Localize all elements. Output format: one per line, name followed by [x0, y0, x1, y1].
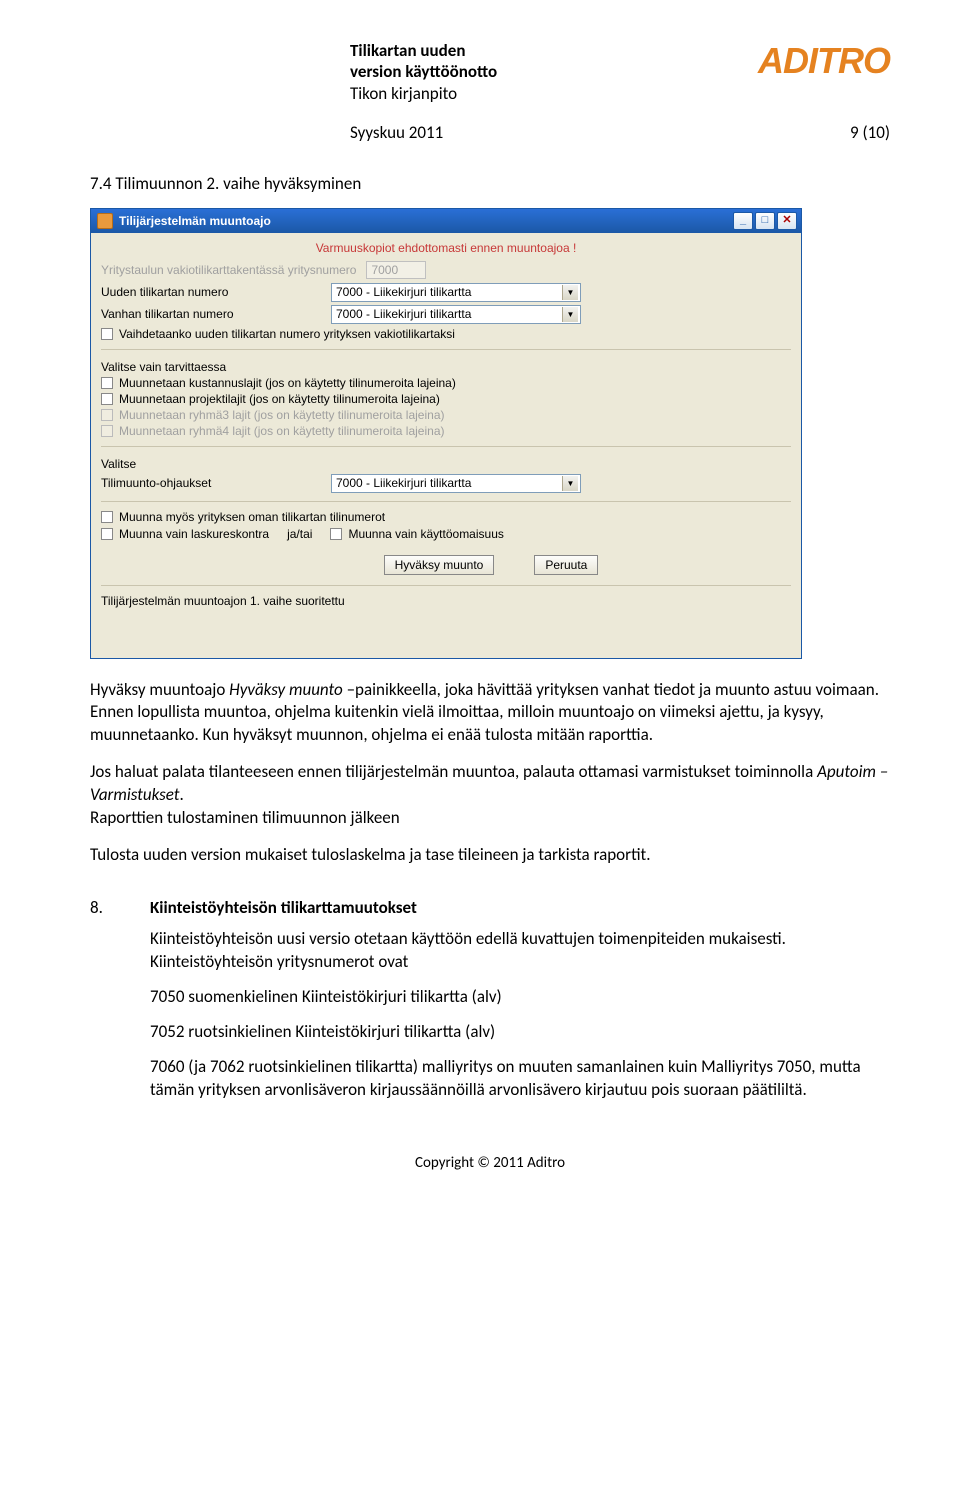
peruuta-button[interactable]: Peruuta	[534, 555, 598, 575]
projektilajit-checkbox[interactable]	[101, 393, 113, 405]
dialog-window: Tilijärjestelmän muuntoajo _ □ ✕ Varmuus…	[90, 208, 802, 659]
dialog-titlebar[interactable]: Tilijärjestelmän muuntoajo _ □ ✕	[91, 209, 801, 233]
chevron-down-icon: ▼	[562, 476, 578, 491]
vanhan-tilikartan-label: Vanhan tilikartan numero	[101, 307, 331, 321]
section-8-number: 8.	[90, 897, 150, 1114]
paragraph-3: Tulosta uuden version mukaiset tuloslask…	[90, 844, 890, 867]
paragraph-2: Jos haluat palata tilanteeseen ennen til…	[90, 761, 890, 830]
yritysnumero-field: 7000	[366, 261, 426, 279]
kustannuslajit-label: Muunnetaan kustannuslajit (jos on käytet…	[119, 376, 456, 390]
ohjaukset-combo[interactable]: 7000 - Liikekirjuri tilikartta ▼	[331, 474, 581, 493]
ohjaukset-value: 7000 - Liikekirjuri tilikartta	[336, 476, 471, 490]
maximize-button[interactable]: □	[755, 212, 775, 230]
backup-warning: Varmuuskopiot ehdottomasti ennen muuntoa…	[101, 241, 791, 255]
vanhan-tilikartan-combo[interactable]: 7000 - Liikekirjuri tilikartta ▼	[331, 305, 581, 324]
doc-date: Syyskuu 2011	[350, 122, 443, 143]
uuden-tilikartan-label: Uuden tilikartan numero	[101, 285, 331, 299]
section-8-p1: Kiinteistöyhteisön uusi versio otetaan k…	[150, 928, 890, 974]
yritysnumero-row: Yritystaulun vakiotilikarttakentässä yri…	[101, 261, 791, 279]
hyvaksy-muunto-button[interactable]: Hyväksy muunto	[384, 555, 495, 575]
ohjaukset-label: Tilimuunto-ohjaukset	[101, 476, 331, 490]
page-footer: Copyright © 2011 Aditro	[90, 1154, 890, 1172]
ryhma4-checkbox	[101, 425, 113, 437]
close-button[interactable]: ✕	[777, 212, 797, 230]
muunna-kayttoomaisuus-label: Muunna vain käyttöomaisuus	[348, 527, 503, 541]
section-8-p4: 7060 (ja 7062 ruotsinkielinen tilikartta…	[150, 1056, 890, 1102]
yritysnumero-label: Yritystaulun vakiotilikarttakentässä yri…	[101, 263, 356, 277]
muunna-kayttoomaisuus-checkbox[interactable]	[330, 528, 342, 540]
doc-title-line1: Tilikartan uuden	[350, 40, 497, 61]
section-8-p3: 7052 ruotsinkielinen Kiinteistökirjuri t…	[150, 1021, 890, 1044]
uuden-tilikartan-combo[interactable]: 7000 - Liikekirjuri tilikartta ▼	[331, 283, 581, 302]
muunna-laskureskontra-checkbox[interactable]	[101, 528, 113, 540]
projektilajit-label: Muunnetaan projektilajit (jos on käytett…	[119, 392, 440, 406]
section-8-title: Kiinteistöyhteisön tilikarttamuutokset	[150, 897, 890, 918]
muunna-oman-checkbox[interactable]	[101, 511, 113, 523]
jatai-label: ja/tai	[287, 527, 312, 541]
vanhan-tilikartan-value: 7000 - Liikekirjuri tilikartta	[336, 307, 471, 321]
dialog-status: Tilijärjestelmän muuntoajon 1. vaihe suo…	[101, 594, 791, 608]
chevron-down-icon: ▼	[562, 285, 578, 300]
valitse-tarvittaessa-label: Valitse vain tarvittaessa	[101, 360, 791, 374]
uuden-tilikartan-value: 7000 - Liikekirjuri tilikartta	[336, 285, 471, 299]
ryhma3-checkbox	[101, 409, 113, 421]
page-header: Tilikartan uuden version käyttöönotto Ti…	[90, 40, 890, 104]
ryhma4-label: Muunnetaan ryhmä4 lajit (jos on käytetty…	[119, 424, 445, 438]
paragraph-1: Hyväksy muuntoajo Hyväksy muunto –painik…	[90, 679, 890, 748]
section-7-4-heading: 7.4 Tilimuunnon 2. vaihe hyväksyminen	[90, 173, 890, 194]
doc-page-number: 9 (10)	[850, 122, 890, 143]
date-page-row: Syyskuu 2011 9 (10)	[90, 122, 890, 143]
dialog-title: Tilijärjestelmän muuntoajo	[119, 214, 271, 228]
doc-subtitle: Tikon kirjanpito	[350, 83, 497, 104]
section-8-p2: 7050 suomenkielinen Kiinteistökirjuri ti…	[150, 986, 890, 1009]
app-icon	[97, 213, 113, 229]
doc-title-line2: version käyttöönotto	[350, 61, 497, 82]
chevron-down-icon: ▼	[562, 307, 578, 322]
muunna-oman-label: Muunna myös yrityksen oman tilikartan ti…	[119, 510, 385, 524]
valitse-label: Valitse	[101, 457, 791, 471]
minimize-button[interactable]: _	[733, 212, 753, 230]
vaihdetaanko-label: Vaihdetaanko uuden tilikartan numero yri…	[119, 327, 455, 341]
aditro-logo: ADITRO	[758, 40, 890, 82]
ryhma3-label: Muunnetaan ryhmä3 lajit (jos on käytetty…	[119, 408, 445, 422]
kustannuslajit-checkbox[interactable]	[101, 377, 113, 389]
vaihdetaanko-checkbox[interactable]	[101, 328, 113, 340]
muunna-laskureskontra-label: Muunna vain laskureskontra	[119, 527, 269, 541]
